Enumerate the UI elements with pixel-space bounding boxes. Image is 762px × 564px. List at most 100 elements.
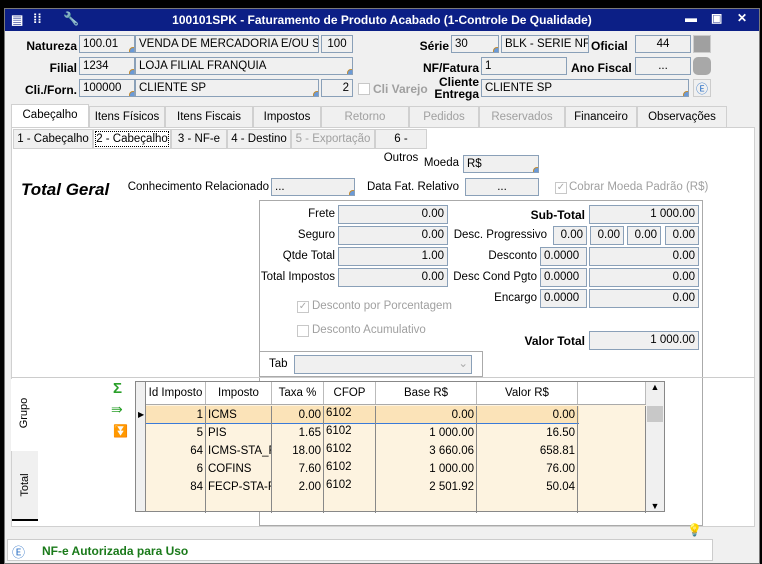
tab-4[interactable]: Retorno Simbólico <box>321 106 409 143</box>
desc-progressivo-label: Desc. Progressivo <box>453 229 547 241</box>
grid-scrollbar[interactable]: ▲ ▼ <box>646 382 664 511</box>
cliente-entrega-label-2: Entrega <box>434 87 479 101</box>
serie-code-field[interactable]: 30 <box>451 35 499 53</box>
data-fat-label: Data Fat. Relativo <box>366 181 459 193</box>
grid-column-header[interactable]: Valor R$ <box>477 382 578 404</box>
table-row[interactable]: 6 COFINS 7.60 6102 1 000.00 76.00 <box>146 460 646 478</box>
side-tab-total[interactable]: Total <box>12 451 38 521</box>
grid-cell: ICMS <box>206 406 272 424</box>
cliente-desc-field[interactable]: CLIENTE SP <box>135 79 319 97</box>
encargo-pct-field[interactable]: 0.0000 <box>540 289 587 308</box>
tab-6[interactable]: Reservados <box>479 106 565 128</box>
subtab-5[interactable]: 6 - Outros <box>375 129 427 164</box>
subtab-0[interactable]: 1 - Cabeçalho <box>13 129 93 149</box>
table-row[interactable] <box>146 496 646 514</box>
cobrar-moeda-checkbox[interactable]: ✓ <box>555 182 567 194</box>
oficial-button[interactable] <box>693 35 711 53</box>
tab-select[interactable]: ⌄ <box>294 355 472 374</box>
cliente-code-field[interactable]: 100000 <box>79 79 135 97</box>
desconto-porcentagem-checkbox[interactable]: ✓ <box>297 301 309 313</box>
grid-cell: 2.00 <box>272 478 324 496</box>
nfe-icon[interactable]: Ⓔ <box>693 79 711 97</box>
data-fat-field[interactable]: ... <box>465 178 539 196</box>
desc-progressivo-4[interactable]: 0.00 <box>665 226 699 245</box>
lightbulb-icon[interactable]: 💡 <box>687 523 702 537</box>
natureza-label: Natureza <box>26 39 77 53</box>
tab-0[interactable]: Cabeçalho <box>11 104 89 128</box>
scroll-down-icon[interactable]: ▼ <box>646 501 664 511</box>
cliente-entrega-field[interactable]: CLIENTE SP <box>481 79 689 97</box>
grid-cell <box>578 424 646 442</box>
sum-icon[interactable]: Σ <box>113 380 122 397</box>
natureza-code-field[interactable]: 100.01 <box>79 35 135 53</box>
natureza-desc-field[interactable]: VENDA DE MERCADORIA E/OU SERVI <box>135 35 319 53</box>
grid-column-header[interactable]: CFOP <box>324 382 376 404</box>
nf-field[interactable]: 1 <box>481 57 567 75</box>
export-icon[interactable]: ⇛ <box>111 401 123 418</box>
tab-2[interactable]: Itens Fiscais <box>165 106 253 128</box>
desconto-acumulativo-checkbox[interactable] <box>297 325 309 337</box>
tab-label: Tab <box>269 358 288 370</box>
cobrar-moeda-label: Cobrar Moeda Padrão (R$) <box>569 181 709 193</box>
filial-desc-field[interactable]: LOJA FILIAL FRANQUIA <box>135 57 353 75</box>
table-row[interactable]: 84 FECP-STA-R 2.00 6102 2 501.92 50.04 <box>146 478 646 496</box>
serie-desc-field[interactable]: BLK - SERIE NFE <box>501 35 589 53</box>
grid-cell: 6102 <box>324 478 376 496</box>
desc-cond-pct-field[interactable]: 0.0000 <box>540 268 587 287</box>
table-row[interactable]: 1 ICMS 0.00 6102 0.00 0.00 <box>146 406 646 424</box>
tab-3[interactable]: Impostos <box>253 106 321 128</box>
cliente-entrega-label: Cliente Entrega <box>425 76 479 100</box>
tab-7[interactable]: Financeiro <box>565 106 637 128</box>
natureza-num-field[interactable]: 100 <box>321 35 353 53</box>
subtab-1[interactable]: 2 - Cabeçalho <box>93 129 171 149</box>
grid-column-header[interactable]: Taxa % <box>272 382 324 404</box>
frete-field[interactable]: 0.00 <box>338 205 448 224</box>
seguro-field[interactable]: 0.00 <box>338 226 448 245</box>
grid-cell: 6102 <box>324 442 376 460</box>
scroll-up-icon[interactable]: ▲ <box>646 382 664 392</box>
grid-column-header[interactable]: Imposto <box>206 382 272 404</box>
grid-cell <box>477 496 578 513</box>
oficial-field[interactable]: 44 <box>635 35 691 53</box>
tab-1[interactable]: Itens Físicos <box>89 106 165 128</box>
subtab-2[interactable]: 3 - NF-e <box>171 129 227 149</box>
desconto-field[interactable]: 0.00 <box>589 247 699 266</box>
ano-fiscal-field[interactable]: ... <box>635 57 691 75</box>
cli-varejo-checkbox[interactable] <box>358 83 370 95</box>
scroll-thumb[interactable] <box>647 406 663 422</box>
cliente-num-field[interactable]: 2 <box>321 79 353 97</box>
subtab-4[interactable]: 5 - Exportação <box>291 129 375 149</box>
subtotal-field[interactable]: 1 000.00 <box>589 205 699 224</box>
desc-progressivo-1[interactable]: 0.00 <box>553 226 587 245</box>
qtde-field[interactable]: 1.00 <box>338 247 448 266</box>
moeda-field[interactable]: R$ <box>463 155 539 173</box>
maximize-button[interactable]: ▣ <box>711 11 722 25</box>
desconto-pct-field[interactable]: 0.0000 <box>540 247 587 266</box>
grid-cell: FECP-STA-R <box>206 478 272 496</box>
subtab-3[interactable]: 4 - Destino <box>227 129 291 149</box>
table-row[interactable]: 5 PIS 1.65 6102 1 000.00 16.50 <box>146 424 646 442</box>
desconto-acumulativo-label: Desconto Acumulativo <box>312 324 426 336</box>
table-row[interactable]: 64 ICMS-STA_R 18.00 6102 3 660.06 658.81 <box>146 442 646 460</box>
filial-code-field[interactable]: 1234 <box>79 57 135 75</box>
collapse-down-icon[interactable]: ⏬ <box>113 424 128 438</box>
close-button[interactable]: ✕ <box>737 11 747 25</box>
minimize-button[interactable]: ▬ <box>685 11 697 25</box>
desc-progressivo-2[interactable]: 0.00 <box>590 226 624 245</box>
ano-fiscal-button[interactable] <box>693 57 711 75</box>
tab-8[interactable]: Observações <box>637 106 727 128</box>
encargo-field[interactable]: 0.00 <box>589 289 699 308</box>
grid-column-header[interactable] <box>578 382 646 404</box>
grid-column-header[interactable]: Id Imposto <box>146 382 206 404</box>
valor-total-field[interactable]: 1 000.00 <box>589 331 699 350</box>
desc-progressivo-3[interactable]: 0.00 <box>627 226 661 245</box>
grid-cell <box>206 496 272 513</box>
tab-5[interactable]: Pedidos <box>409 106 479 128</box>
conhecimento-label: Conhecimento Relacionado <box>127 181 269 193</box>
total-impostos-field[interactable]: 0.00 <box>338 268 448 287</box>
conhecimento-field[interactable]: ... <box>271 178 355 196</box>
desc-cond-field[interactable]: 0.00 <box>589 268 699 287</box>
grid-cell <box>578 442 646 460</box>
grid-column-header[interactable]: Base R$ <box>376 382 477 404</box>
side-tab-grupo[interactable]: Grupo <box>11 379 37 451</box>
